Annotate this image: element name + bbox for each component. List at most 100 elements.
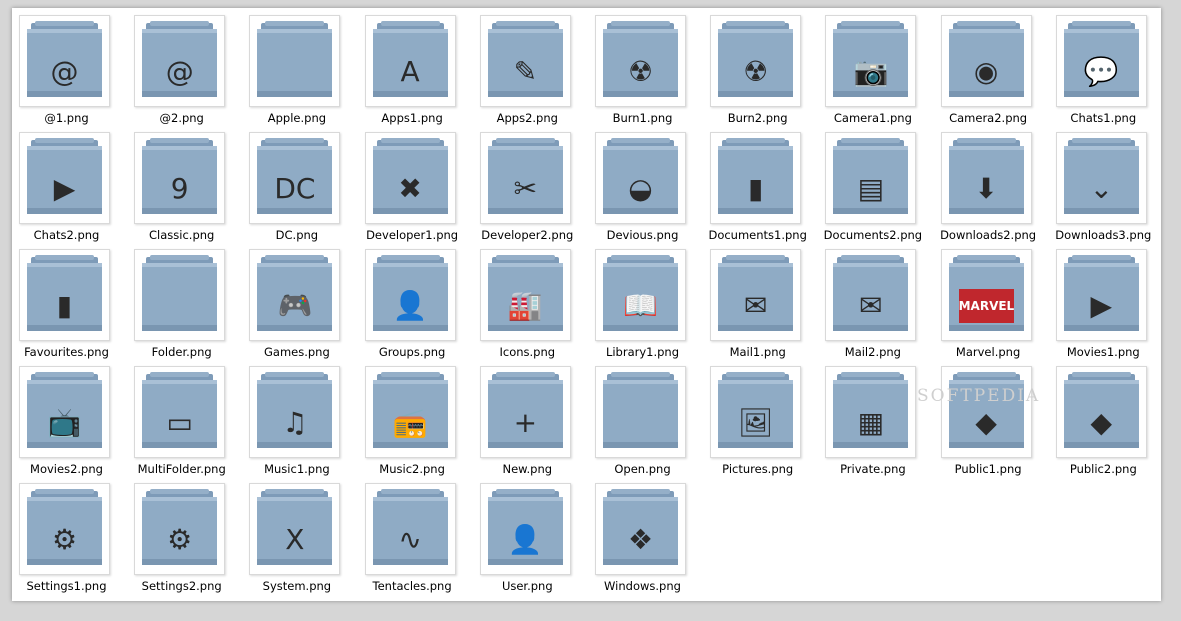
file-thumbnail[interactable]: 📺 <box>19 366 110 458</box>
file-name-label[interactable]: Apple.png <box>245 111 348 125</box>
file-tile[interactable]: 🖼 Pictures.png <box>706 366 821 483</box>
file-tile[interactable]: ◆ Public1.png <box>937 366 1052 483</box>
file-name-label[interactable]: Private.png <box>821 462 924 476</box>
file-tile[interactable]: 📖 Library1.png <box>591 249 706 366</box>
file-thumbnail[interactable]: ▭ <box>134 366 226 458</box>
file-name-label[interactable]: Icons.png <box>476 345 579 359</box>
file-thumbnail[interactable]: X <box>249 483 341 575</box>
file-thumbnail[interactable]: ♫ <box>249 366 341 458</box>
file-thumbnail[interactable] <box>134 249 226 341</box>
file-tile[interactable]: ▤ Documents2.png <box>821 132 936 249</box>
file-thumbnail[interactable]: 📻 <box>364 366 456 458</box>
file-thumbnail[interactable]: ☢ <box>710 15 802 107</box>
file-thumbnail[interactable]: 🏭 <box>479 249 571 341</box>
file-tile[interactable]: ◉ Camera2.png <box>937 15 1052 132</box>
file-thumbnail[interactable]: ✂ <box>479 132 571 224</box>
file-name-label[interactable]: Mail2.png <box>821 345 924 359</box>
file-tile[interactable]: ⚙ Settings1.png <box>15 483 130 600</box>
file-tile[interactable]: ▦ Private.png <box>821 366 936 483</box>
file-name-label[interactable]: Settings1.png <box>15 579 118 593</box>
file-thumbnail[interactable]: ❖ <box>595 483 686 575</box>
file-name-label[interactable]: New.png <box>476 462 579 476</box>
file-tile[interactable]: ▮ Favourites.png <box>15 249 130 366</box>
file-tile[interactable]: DC DC.png <box>245 132 360 249</box>
file-name-label[interactable]: Documents1.png <box>706 228 809 242</box>
file-tile[interactable]: ▮ Documents1.png <box>706 132 821 249</box>
file-tile[interactable]: ▶ Chats2.png <box>15 132 130 249</box>
file-name-label[interactable]: Folder.png <box>130 345 233 359</box>
file-name-label[interactable]: Developer1.png <box>361 228 464 242</box>
file-name-label[interactable]: Music2.png <box>361 462 464 476</box>
file-thumbnail[interactable]: @ <box>19 15 110 107</box>
file-name-label[interactable]: Documents2.png <box>821 228 924 242</box>
file-thumbnail[interactable]: ▤ <box>825 132 917 224</box>
file-name-label[interactable]: Chats2.png <box>15 228 118 242</box>
file-tile[interactable]: 🎮 Games.png <box>245 249 360 366</box>
file-tile[interactable]: MARVEL Marvel.png <box>937 249 1052 366</box>
file-thumbnail[interactable]: ◉ <box>940 15 1032 107</box>
file-thumbnail[interactable]: DC <box>249 132 341 224</box>
file-tile[interactable]: 9 Classic.png <box>130 132 245 249</box>
file-tile[interactable]: 👤 User.png <box>476 483 591 600</box>
file-tile[interactable]: Folder.png <box>130 249 245 366</box>
file-name-label[interactable]: Burn1.png <box>591 111 694 125</box>
file-name-label[interactable]: Public1.png <box>937 462 1040 476</box>
file-tile[interactable]: + New.png <box>476 366 591 483</box>
file-name-label[interactable]: Camera1.png <box>821 111 924 125</box>
file-name-label[interactable]: Camera2.png <box>937 111 1040 125</box>
file-name-label[interactable]: DC.png <box>245 228 348 242</box>
file-name-label[interactable]: @2.png <box>130 111 233 125</box>
file-tile[interactable]: ✖ Developer1.png <box>361 132 476 249</box>
file-name-label[interactable]: Chats1.png <box>1052 111 1155 125</box>
file-tile[interactable]: X System.png <box>245 483 360 600</box>
file-name-label[interactable]: Public2.png <box>1052 462 1155 476</box>
file-name-label[interactable]: Burn2.png <box>706 111 809 125</box>
file-thumbnail[interactable]: A <box>364 15 456 107</box>
file-thumbnail[interactable]: 👤 <box>364 249 456 341</box>
file-thumbnail[interactable]: ⚙ <box>134 483 226 575</box>
file-thumbnail[interactable]: MARVEL <box>940 249 1032 341</box>
file-thumbnail[interactable]: ⬇ <box>940 132 1032 224</box>
file-name-label[interactable]: Developer2.png <box>476 228 579 242</box>
file-name-label[interactable]: MultiFolder.png <box>130 462 233 476</box>
file-tile[interactable]: ✉ Mail1.png <box>706 249 821 366</box>
file-name-label[interactable]: Settings2.png <box>130 579 233 593</box>
file-tile[interactable]: Apple.png <box>245 15 360 132</box>
file-tile[interactable]: 📷 Camera1.png <box>821 15 936 132</box>
file-tile[interactable]: 📺 Movies2.png <box>15 366 130 483</box>
file-thumbnail[interactable]: 🎮 <box>249 249 341 341</box>
file-name-label[interactable]: User.png <box>476 579 579 593</box>
file-tile[interactable]: 💬 Chats1.png <box>1052 15 1161 132</box>
file-tile[interactable]: ❖ Windows.png <box>591 483 706 600</box>
file-thumbnail[interactable]: 👤 <box>479 483 571 575</box>
file-tile[interactable]: ⌄ Downloads3.png <box>1052 132 1161 249</box>
file-tile[interactable]: ∿ Tentacles.png <box>361 483 476 600</box>
file-name-label[interactable]: Marvel.png <box>937 345 1040 359</box>
file-tile[interactable]: 📻 Music2.png <box>361 366 476 483</box>
file-thumbnail[interactable]: ✉ <box>825 249 917 341</box>
file-name-label[interactable]: Downloads3.png <box>1052 228 1155 242</box>
file-tile[interactable]: ✉ Mail2.png <box>821 249 936 366</box>
file-name-label[interactable]: Downloads2.png <box>937 228 1040 242</box>
file-thumbnail[interactable]: ✎ <box>479 15 571 107</box>
file-tile[interactable]: A Apps1.png <box>361 15 476 132</box>
file-name-label[interactable]: Classic.png <box>130 228 233 242</box>
file-thumbnail[interactable] <box>595 366 686 458</box>
file-name-label[interactable]: Mail1.png <box>706 345 809 359</box>
file-name-label[interactable]: Library1.png <box>591 345 694 359</box>
file-thumbnail[interactable]: 💬 <box>1055 15 1147 107</box>
file-thumbnail[interactable]: ▦ <box>825 366 917 458</box>
file-name-label[interactable]: Apps1.png <box>361 111 464 125</box>
file-tile[interactable]: ☢ Burn2.png <box>706 15 821 132</box>
file-thumbnail[interactable]: 📖 <box>595 249 686 341</box>
file-tile[interactable]: 🏭 Icons.png <box>476 249 591 366</box>
file-name-label[interactable]: @1.png <box>15 111 118 125</box>
file-thumbnail[interactable]: ⌄ <box>1055 132 1147 224</box>
file-tile[interactable]: ♫ Music1.png <box>245 366 360 483</box>
file-name-label[interactable]: Windows.png <box>591 579 694 593</box>
file-thumbnail[interactable]: ▮ <box>710 132 802 224</box>
file-name-label[interactable]: Pictures.png <box>706 462 809 476</box>
file-thumbnail[interactable]: 9 <box>134 132 226 224</box>
file-thumbnail[interactable]: ⚙ <box>19 483 110 575</box>
file-tile[interactable]: ▭ MultiFolder.png <box>130 366 245 483</box>
